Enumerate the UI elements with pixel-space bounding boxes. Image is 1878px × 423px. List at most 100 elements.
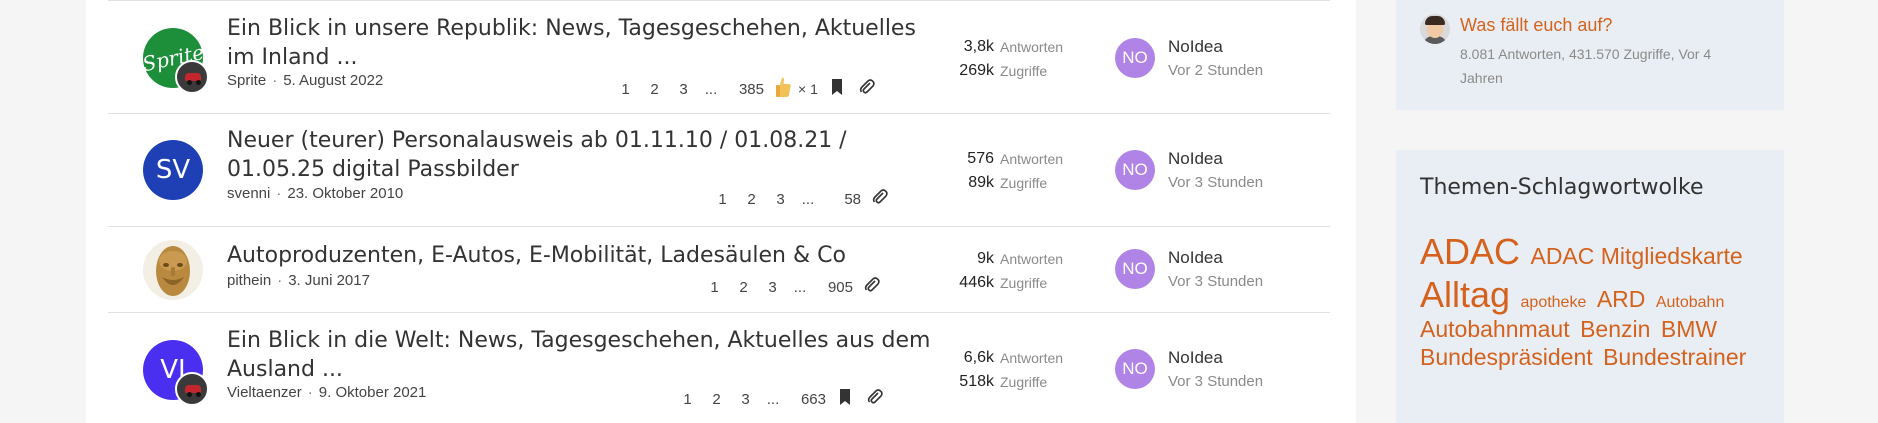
page-link[interactable]: 2 bbox=[737, 191, 766, 208]
tag-cloud-block: Themen-Schlagwortwolke ADAC ADAC Mitglie… bbox=[1396, 150, 1784, 423]
tag-link[interactable]: Bundestrainer bbox=[1603, 344, 1746, 370]
tag-link[interactable]: ARD bbox=[1597, 286, 1646, 312]
tag-link[interactable]: Bundespräsident bbox=[1420, 344, 1593, 370]
thread-stats: 3,8k Antworten 269k Zugriffe bbox=[916, 35, 1063, 83]
last-post-time[interactable]: Vor 2 Stunden bbox=[1168, 62, 1263, 79]
reply-count: 9k bbox=[977, 250, 994, 267]
thread-author[interactable]: Sprite bbox=[227, 72, 266, 89]
page-link[interactable]: 3 bbox=[669, 81, 698, 98]
page-links: 1 2 3 ... 58 bbox=[708, 189, 891, 209]
bookmark-icon[interactable] bbox=[834, 389, 856, 409]
thread-date[interactable]: 9. Oktober 2021 bbox=[319, 384, 427, 401]
thread-author[interactable]: pithein bbox=[227, 272, 271, 289]
paperclip-icon bbox=[869, 189, 891, 209]
tag-link[interactable]: Benzin bbox=[1580, 316, 1650, 342]
tag-link[interactable]: Autobahnmaut bbox=[1420, 316, 1570, 342]
page-link[interactable]: 1 bbox=[673, 391, 702, 408]
last-post-time[interactable]: Vor 3 Stunden bbox=[1168, 273, 1263, 290]
page-link[interactable]: 1 bbox=[708, 191, 737, 208]
thread-meta: pithein · 3. Juni 2017 bbox=[227, 272, 370, 289]
reply-label: Antworten bbox=[1000, 151, 1064, 167]
tag-link[interactable]: apotheke bbox=[1521, 294, 1587, 311]
wooden-face-avatar-icon bbox=[156, 246, 190, 296]
page-ellipsis[interactable]: ... bbox=[795, 191, 821, 208]
page-ellipsis[interactable]: ... bbox=[787, 279, 813, 296]
page-link[interactable]: 3 bbox=[731, 391, 760, 408]
last-poster-name[interactable]: NoIdea bbox=[1168, 149, 1223, 169]
thread-row[interactable]: VI Ein Blick in die Welt: News, Tagesges… bbox=[108, 312, 1330, 423]
thread-title[interactable]: Neuer (teurer) Personalausweis ab 01.11.… bbox=[227, 126, 947, 184]
tag-link[interactable]: Alltag bbox=[1420, 274, 1510, 315]
author-avatar[interactable]: SV bbox=[143, 140, 203, 200]
reply-count: 576 bbox=[967, 150, 994, 167]
thread-stats: 6,6k Antworten 518k Zugriffe bbox=[916, 346, 1063, 394]
page-link[interactable]: 2 bbox=[729, 279, 758, 296]
reply-count: 6,6k bbox=[963, 349, 994, 366]
page-link-last[interactable]: 905 bbox=[813, 279, 853, 296]
reply-label: Antworten bbox=[1000, 39, 1064, 55]
thread-author[interactable]: svenni bbox=[227, 185, 270, 202]
last-poster-name[interactable]: NoIdea bbox=[1168, 248, 1223, 268]
thread-list: Sprite Ein Blick in unsere Republik: New… bbox=[86, 0, 1356, 423]
last-poster-name[interactable]: NoIdea bbox=[1168, 37, 1223, 57]
thread-title[interactable]: Autoproduzenten, E-Autos, E-Mobilität, L… bbox=[227, 241, 947, 270]
view-label: Zugriffe bbox=[1000, 374, 1048, 390]
tag-link[interactable]: ADAC bbox=[1420, 231, 1520, 272]
tag-link[interactable]: BMW bbox=[1661, 316, 1717, 342]
thread-author[interactable]: Vieltaenzer bbox=[227, 384, 302, 401]
paperclip-icon bbox=[861, 277, 883, 297]
author-avatar[interactable]: Sprite bbox=[140, 28, 209, 94]
page-link[interactable]: 2 bbox=[640, 81, 669, 98]
page-link[interactable]: 2 bbox=[702, 391, 731, 408]
sidebar-thread-meta: 8.081 Antworten, 431.570 Zugriffe, Vor 4… bbox=[1460, 46, 1712, 86]
thread-date[interactable]: 5. August 2022 bbox=[283, 72, 383, 89]
paperclip-icon bbox=[856, 79, 878, 99]
page-links: 1 2 3 ... 905 bbox=[700, 277, 883, 297]
last-poster-avatar[interactable]: NO bbox=[1115, 38, 1155, 78]
paperclip-icon bbox=[864, 389, 886, 409]
thread-row[interactable]: SV Neuer (teurer) Personalausweis ab 01.… bbox=[108, 113, 1330, 226]
thread-meta: Vieltaenzer · 9. Oktober 2021 bbox=[227, 384, 427, 401]
page-link[interactable]: 1 bbox=[611, 81, 640, 98]
reply-label: Antworten bbox=[1000, 350, 1064, 366]
author-avatar[interactable] bbox=[143, 240, 203, 300]
tag-cloud-title: Themen-Schlagwortwolke bbox=[1420, 175, 1704, 200]
page-link-last[interactable]: 663 bbox=[786, 391, 826, 408]
last-poster-avatar[interactable]: NO bbox=[1115, 349, 1155, 389]
reply-count: 3,8k bbox=[963, 38, 994, 55]
thread-date[interactable]: 23. Oktober 2010 bbox=[287, 185, 403, 202]
last-poster-avatar[interactable]: NO bbox=[1115, 150, 1155, 190]
tag-cloud: ADAC ADAC Mitgliedskarte Alltag apotheke… bbox=[1420, 230, 1770, 372]
thread-row[interactable]: Sprite Ein Blick in unsere Republik: New… bbox=[108, 0, 1330, 113]
reaction-count: × 1 bbox=[798, 81, 818, 97]
thread-row[interactable]: Autoproduzenten, E-Autos, E-Mobilität, L… bbox=[108, 226, 1330, 312]
page-ellipsis[interactable]: ... bbox=[760, 391, 786, 408]
secondary-avatar bbox=[175, 60, 209, 94]
thread-title[interactable]: Ein Blick in die Welt: News, Tagesgesche… bbox=[227, 326, 947, 384]
thread-stats: 576 Antworten 89k Zugriffe bbox=[916, 147, 1063, 195]
reply-label: Antworten bbox=[1000, 251, 1064, 267]
page-links: 1 2 3 ... 385 × 1 bbox=[611, 76, 878, 102]
page-link-last[interactable]: 58 bbox=[821, 191, 861, 208]
view-label: Zugriffe bbox=[1000, 175, 1048, 191]
page-ellipsis[interactable]: ... bbox=[698, 81, 724, 98]
page-link[interactable]: 3 bbox=[758, 279, 787, 296]
last-post-time[interactable]: Vor 3 Stunden bbox=[1168, 373, 1263, 390]
tag-link[interactable]: Autobahn bbox=[1656, 294, 1725, 311]
author-avatar[interactable]: VI bbox=[143, 340, 209, 406]
last-post-time[interactable]: Vor 3 Stunden bbox=[1168, 174, 1263, 191]
view-label: Zugriffe bbox=[1000, 63, 1048, 79]
tag-link[interactable]: ADAC Mitgliedskarte bbox=[1530, 243, 1742, 269]
view-count: 518k bbox=[959, 373, 994, 390]
view-count: 89k bbox=[968, 174, 994, 191]
last-poster-name[interactable]: NoIdea bbox=[1168, 348, 1223, 368]
last-poster-avatar[interactable]: NO bbox=[1115, 249, 1155, 289]
thread-date[interactable]: 3. Juni 2017 bbox=[288, 272, 370, 289]
page-link[interactable]: 3 bbox=[766, 191, 795, 208]
page-link[interactable]: 1 bbox=[700, 279, 729, 296]
thread-title[interactable]: Ein Blick in unsere Republik: News, Tage… bbox=[227, 14, 947, 72]
sidebar-thread-link[interactable]: Was fällt euch auf? bbox=[1460, 15, 1612, 36]
bookmark-icon[interactable] bbox=[826, 79, 848, 99]
sidebar-user-avatar[interactable] bbox=[1420, 14, 1450, 44]
page-link-last[interactable]: 385 bbox=[724, 81, 764, 98]
